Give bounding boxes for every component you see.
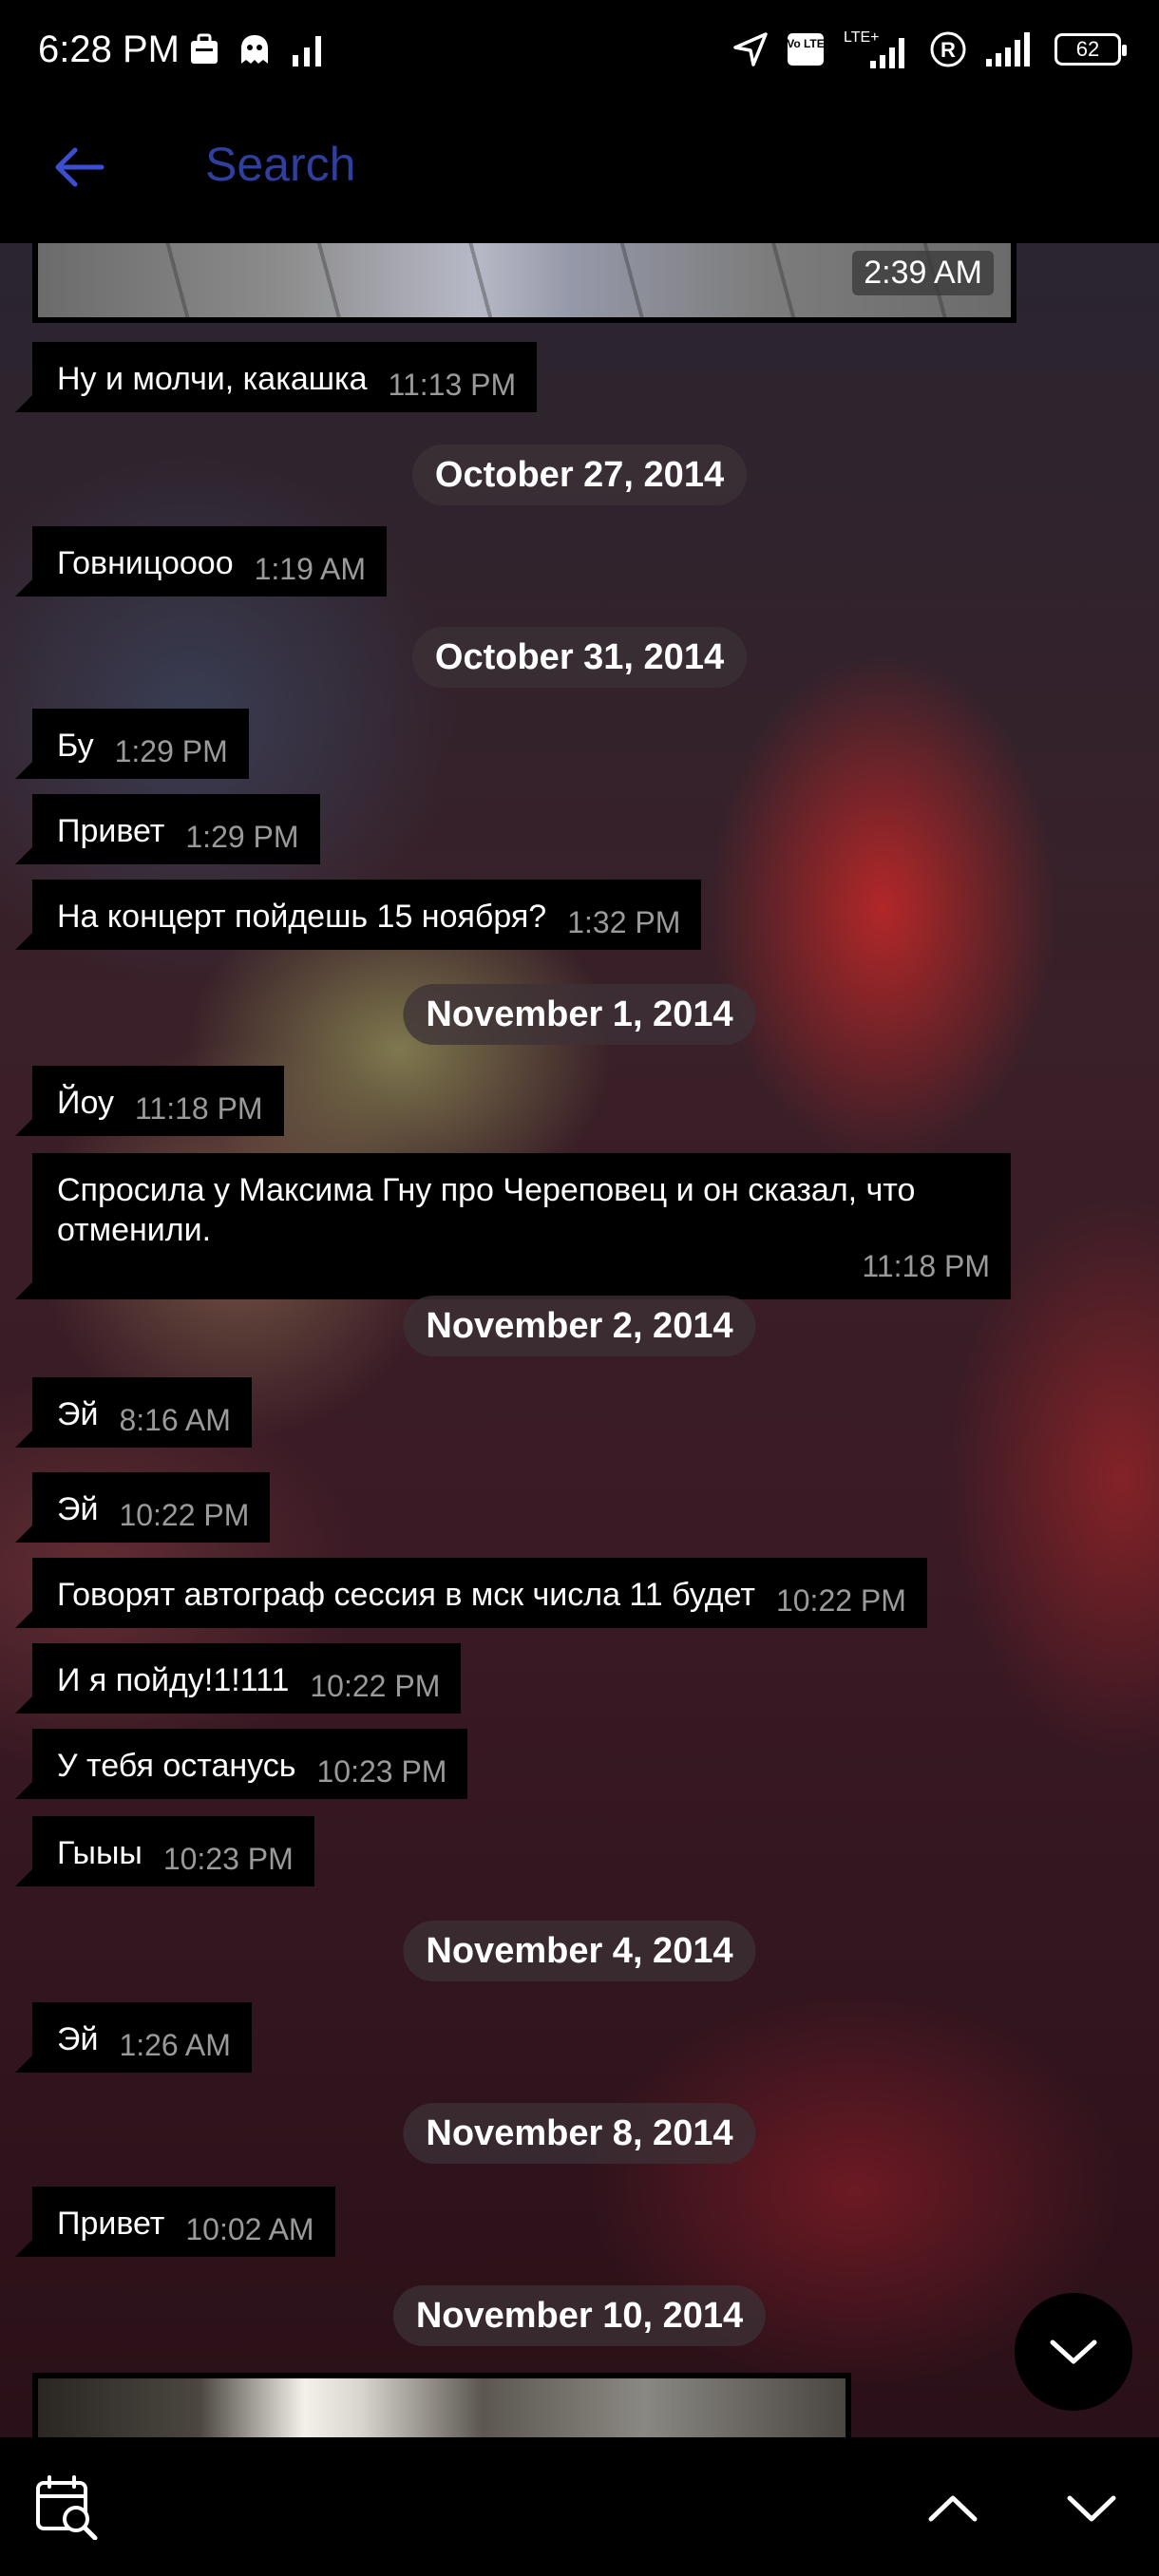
svg-text:R: R [940, 38, 956, 62]
message-text: Привет [57, 813, 165, 849]
status-bar: 6:28 PM Vo LTE LTE+ R 62 [0, 0, 1159, 104]
message-time: 1:29 PM [185, 820, 299, 854]
message-time: 11:18 PM [134, 1091, 263, 1126]
app-header: Search [0, 104, 1159, 243]
photo-thumbnail[interactable] [38, 2378, 846, 2437]
date-separator: October 31, 2014 [411, 627, 748, 688]
message-bubble[interactable]: И я пойду!1!111 10:22 PM [14, 1643, 462, 1714]
message-text: И я пойду!1!111 [57, 1662, 290, 1698]
message-text: Ну и молчи, какашка [57, 361, 368, 397]
message-text: Йоу [57, 1085, 114, 1121]
date-separator: November 8, 2014 [403, 2103, 756, 2164]
message-bubble[interactable]: Бу 1:29 PM [15, 709, 249, 779]
status-time: 6:28 PM [38, 28, 180, 70]
message-text: Гыыы [57, 1835, 142, 1871]
message-text: Говорят автограф сессия в мск числа 11 б… [57, 1577, 755, 1613]
message-bubble[interactable]: Эй 1:26 AM [15, 2002, 252, 2073]
chevron-down-icon [1067, 2495, 1116, 2522]
photo-message[interactable] [32, 2373, 851, 2437]
jump-to-date-button[interactable] [34, 2473, 101, 2541]
message-text: Говницоооо [57, 545, 234, 581]
svg-text:Vo LTE: Vo LTE [787, 37, 825, 50]
message-time: 10:02 AM [185, 2212, 314, 2246]
message-text: Спросила у Максима Гну про Череповец и о… [57, 1172, 916, 1248]
message-bubble[interactable]: Спросила у Максима Гну про Череповец и о… [15, 1153, 1011, 1299]
date-separator: November 1, 2014 [403, 984, 756, 1045]
message-time: 1:32 PM [567, 905, 681, 939]
message-text: Эй [57, 1491, 99, 1527]
previous-result-button[interactable] [920, 2475, 986, 2542]
battery-icon: 62 [1054, 33, 1127, 66]
chat-list[interactable]: 2:39 AM Ну и молчи, какашка 11:13 PM Octo… [0, 243, 1159, 2437]
message-text: У тебя останусь [57, 1748, 296, 1784]
message-text: Эй [57, 2021, 99, 2057]
message-bubble[interactable]: Говницоооо 1:19 AM [14, 526, 388, 597]
message-bubble[interactable]: Привет 10:02 AM [15, 2187, 335, 2257]
calendar-search-icon [36, 2475, 98, 2541]
date-separator: November 4, 2014 [403, 1921, 756, 1981]
message-bubble[interactable]: Йоу 11:18 PM [15, 1066, 284, 1136]
date-separator: October 27, 2014 [411, 445, 748, 505]
message-bubble[interactable]: У тебя останусь 10:23 PM [14, 1729, 468, 1799]
message-time: 10:23 PM [162, 1842, 294, 1876]
message-time: 10:22 PM [310, 1669, 441, 1703]
message-bubble[interactable]: Привет 1:29 PM [15, 794, 320, 864]
briefcase-icon [191, 33, 218, 64]
scroll-to-bottom-button[interactable] [1015, 2293, 1132, 2411]
message-time: 11:13 PM [388, 368, 517, 402]
lte-signal-icon: LTE+ [844, 29, 904, 68]
message-time: 10:22 PM [119, 1498, 250, 1532]
message-bubble[interactable]: Гыыы 10:23 PM [15, 1816, 314, 1886]
arrow-left-icon [55, 147, 104, 187]
volte-icon: Vo LTE [787, 33, 825, 66]
message-time: 10:23 PM [316, 1754, 447, 1789]
photo-message[interactable]: 2:39 AM [32, 243, 1016, 323]
search-input[interactable]: Search [205, 137, 355, 192]
message-bubble[interactable]: Говорят автограф сессия в мск числа 11 б… [15, 1558, 927, 1628]
message-text: Привет [57, 2206, 165, 2242]
ghost-icon [241, 35, 268, 64]
search-navigation-bar [0, 2437, 1159, 2576]
message-time: 1:29 PM [114, 734, 228, 768]
message-time: 1:19 AM [254, 552, 367, 586]
message-bubble[interactable]: На концерт пойдешь 15 ноября? 1:32 PM [14, 880, 702, 950]
back-button[interactable] [48, 136, 110, 199]
date-separator: November 10, 2014 [392, 2285, 767, 2346]
chevron-down-icon [1050, 2339, 1097, 2364]
message-text: На концерт пойдешь 15 ноября? [57, 899, 547, 935]
message-text: Бу [57, 728, 94, 764]
message-bubble[interactable]: Ну и молчи, какашка 11:13 PM [14, 342, 538, 412]
message-time: 1:26 AM [119, 2028, 231, 2062]
navigation-icon [733, 32, 768, 66]
message-time: 2:39 AM [852, 251, 994, 295]
signal-icon [986, 32, 1030, 66]
message-time: 11:18 PM [862, 1249, 990, 1283]
message-text: Эй [57, 1396, 99, 1432]
chevron-up-icon [928, 2495, 978, 2522]
signal-icon [293, 36, 321, 66]
next-result-button[interactable] [1058, 2475, 1125, 2542]
svg-text:LTE+: LTE+ [844, 29, 880, 46]
roaming-icon: R [930, 31, 966, 67]
message-bubble[interactable]: Эй 10:22 PM [14, 1472, 271, 1543]
message-time: 8:16 AM [119, 1403, 231, 1437]
message-bubble[interactable]: Эй 8:16 AM [15, 1377, 252, 1448]
date-separator: November 2, 2014 [403, 1296, 756, 1356]
message-time: 10:22 PM [775, 1583, 906, 1618]
